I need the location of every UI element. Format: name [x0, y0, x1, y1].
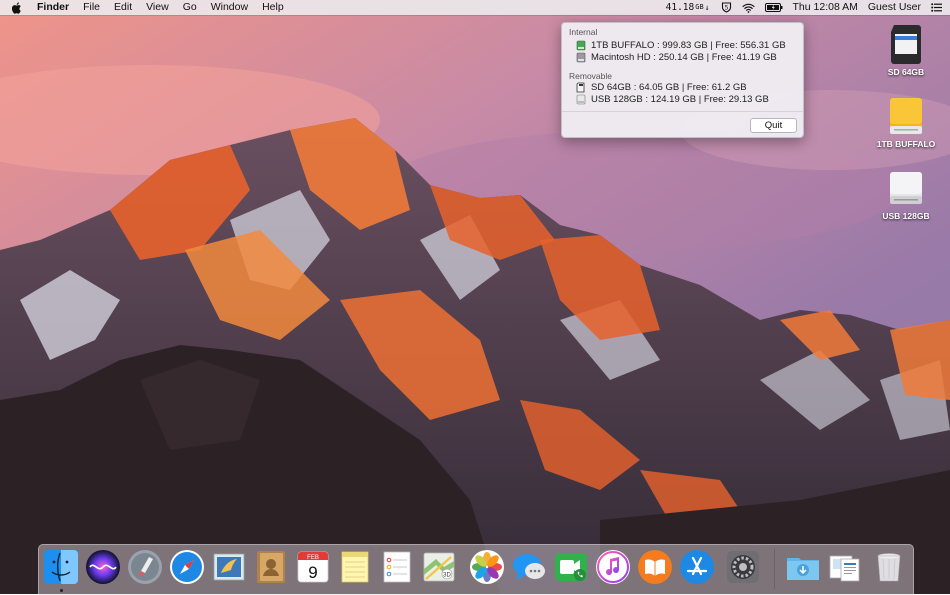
- drive-info-text: USB 128GB : 124.19 GB | Free: 29.13 GB: [591, 93, 769, 105]
- drive-row-sd-64gb[interactable]: SD 64GB : 64.05 GB | Free: 61.2 GB: [576, 81, 747, 93]
- dock: FEB 9 3D: [38, 544, 914, 595]
- dock-trash-icon[interactable]: [871, 549, 907, 585]
- desktop-icon-label: USB 128GB: [882, 211, 930, 221]
- desktop-icon-label: 1TB BUFFALO: [876, 139, 936, 149]
- menu-window[interactable]: Window: [204, 0, 255, 15]
- menu-help[interactable]: Help: [255, 0, 291, 15]
- user-menu[interactable]: Guest User: [863, 0, 926, 15]
- storage-value: 41.18: [665, 2, 695, 13]
- calendar-day: 9: [308, 563, 317, 582]
- drive-row-1tb-buffalo[interactable]: 1TB BUFFALO : 999.83 GB | Free: 556.31 G…: [576, 39, 786, 51]
- drive-row-macintosh-hd[interactable]: Macintosh HD : 250.14 GB | Free: 41.19 G…: [576, 51, 777, 63]
- drive-row-usb-128gb[interactable]: USB 128GB : 124.19 GB | Free: 29.13 GB: [576, 93, 769, 105]
- dock-finder-icon[interactable]: [43, 549, 79, 585]
- dock-safari-icon[interactable]: [169, 549, 205, 585]
- apple-menu-icon[interactable]: [10, 0, 24, 15]
- section-title-internal: Internal: [569, 27, 598, 37]
- usb-drive-icon: [576, 94, 586, 105]
- svg-text:5: 5: [724, 5, 728, 12]
- external-drive-icon: [886, 94, 926, 136]
- dock-separator: [774, 549, 775, 589]
- dock-ibooks-icon[interactable]: [637, 549, 673, 585]
- desktop-icon-label: SD 64GB: [887, 67, 925, 77]
- drive-info-text: 1TB BUFFALO : 999.83 GB | Free: 556.31 G…: [591, 39, 786, 51]
- shield-icon[interactable]: 5: [716, 2, 737, 13]
- dock-siri-icon[interactable]: [85, 549, 121, 585]
- dock-calendar-icon[interactable]: FEB 9: [295, 549, 331, 585]
- desktop-wallpaper: [0, 0, 950, 594]
- drive-info-text: SD 64GB : 64.05 GB | Free: 61.2 GB: [591, 81, 747, 93]
- external-drive-icon: [576, 40, 586, 51]
- arrow-down-icon: ↓: [704, 3, 710, 12]
- menu-file[interactable]: File: [76, 0, 107, 15]
- dock-downloads-folder-icon[interactable]: [785, 549, 821, 585]
- dock-contacts-icon[interactable]: [253, 549, 289, 585]
- wifi-icon[interactable]: [737, 3, 760, 13]
- battery-icon[interactable]: [760, 3, 788, 12]
- running-indicator: [60, 589, 63, 592]
- desktop-icon-1tb-buffalo[interactable]: 1TB BUFFALO: [871, 94, 941, 150]
- storage-status-item[interactable]: 41.18 GB ↓: [660, 2, 716, 13]
- sd-card-icon: [576, 82, 586, 93]
- section-title-removable: Removable: [569, 71, 612, 81]
- dock-maps-icon[interactable]: 3D: [421, 549, 457, 585]
- dock-app-store-icon[interactable]: [679, 549, 715, 585]
- usb-drive-icon: [886, 166, 926, 208]
- app-menu-finder[interactable]: Finder: [30, 0, 76, 15]
- storage-unit: GB: [695, 3, 704, 11]
- internal-drive-icon: [576, 52, 586, 63]
- sd-card-icon: [886, 22, 926, 64]
- menu-bar: Finder File Edit View Go Window Help 41.…: [0, 0, 950, 15]
- notification-center-icon[interactable]: [926, 3, 950, 12]
- drive-info-text: Macintosh HD : 250.14 GB | Free: 41.19 G…: [591, 51, 777, 63]
- dock-mail-icon[interactable]: [211, 549, 247, 585]
- quit-button[interactable]: Quit: [750, 118, 797, 133]
- svg-text:3D: 3D: [443, 573, 451, 579]
- dock-preview-icon[interactable]: [827, 549, 863, 585]
- dock-photos-icon[interactable]: [469, 549, 505, 585]
- desktop-icon-sd-64gb[interactable]: SD 64GB: [871, 22, 941, 78]
- menu-edit[interactable]: Edit: [107, 0, 139, 15]
- dock-reminders-icon[interactable]: [379, 549, 415, 585]
- calendar-month: FEB: [307, 555, 319, 561]
- storage-dropdown-panel: Internal 1TB BUFFALO : 999.83 GB | Free:…: [561, 22, 804, 138]
- dock-facetime-icon[interactable]: [553, 549, 589, 585]
- dock-messages-icon[interactable]: [511, 549, 547, 585]
- panel-divider: [562, 111, 803, 112]
- menu-go[interactable]: Go: [176, 0, 204, 15]
- dock-itunes-icon[interactable]: [595, 549, 631, 585]
- dock-system-preferences-icon[interactable]: [725, 549, 761, 585]
- desktop-icon-usb-128gb[interactable]: USB 128GB: [871, 166, 941, 222]
- dock-notes-icon[interactable]: [337, 549, 373, 585]
- clock[interactable]: Thu 12:08 AM: [788, 0, 863, 15]
- menu-view[interactable]: View: [139, 0, 176, 15]
- dock-launchpad-icon[interactable]: [127, 549, 163, 585]
